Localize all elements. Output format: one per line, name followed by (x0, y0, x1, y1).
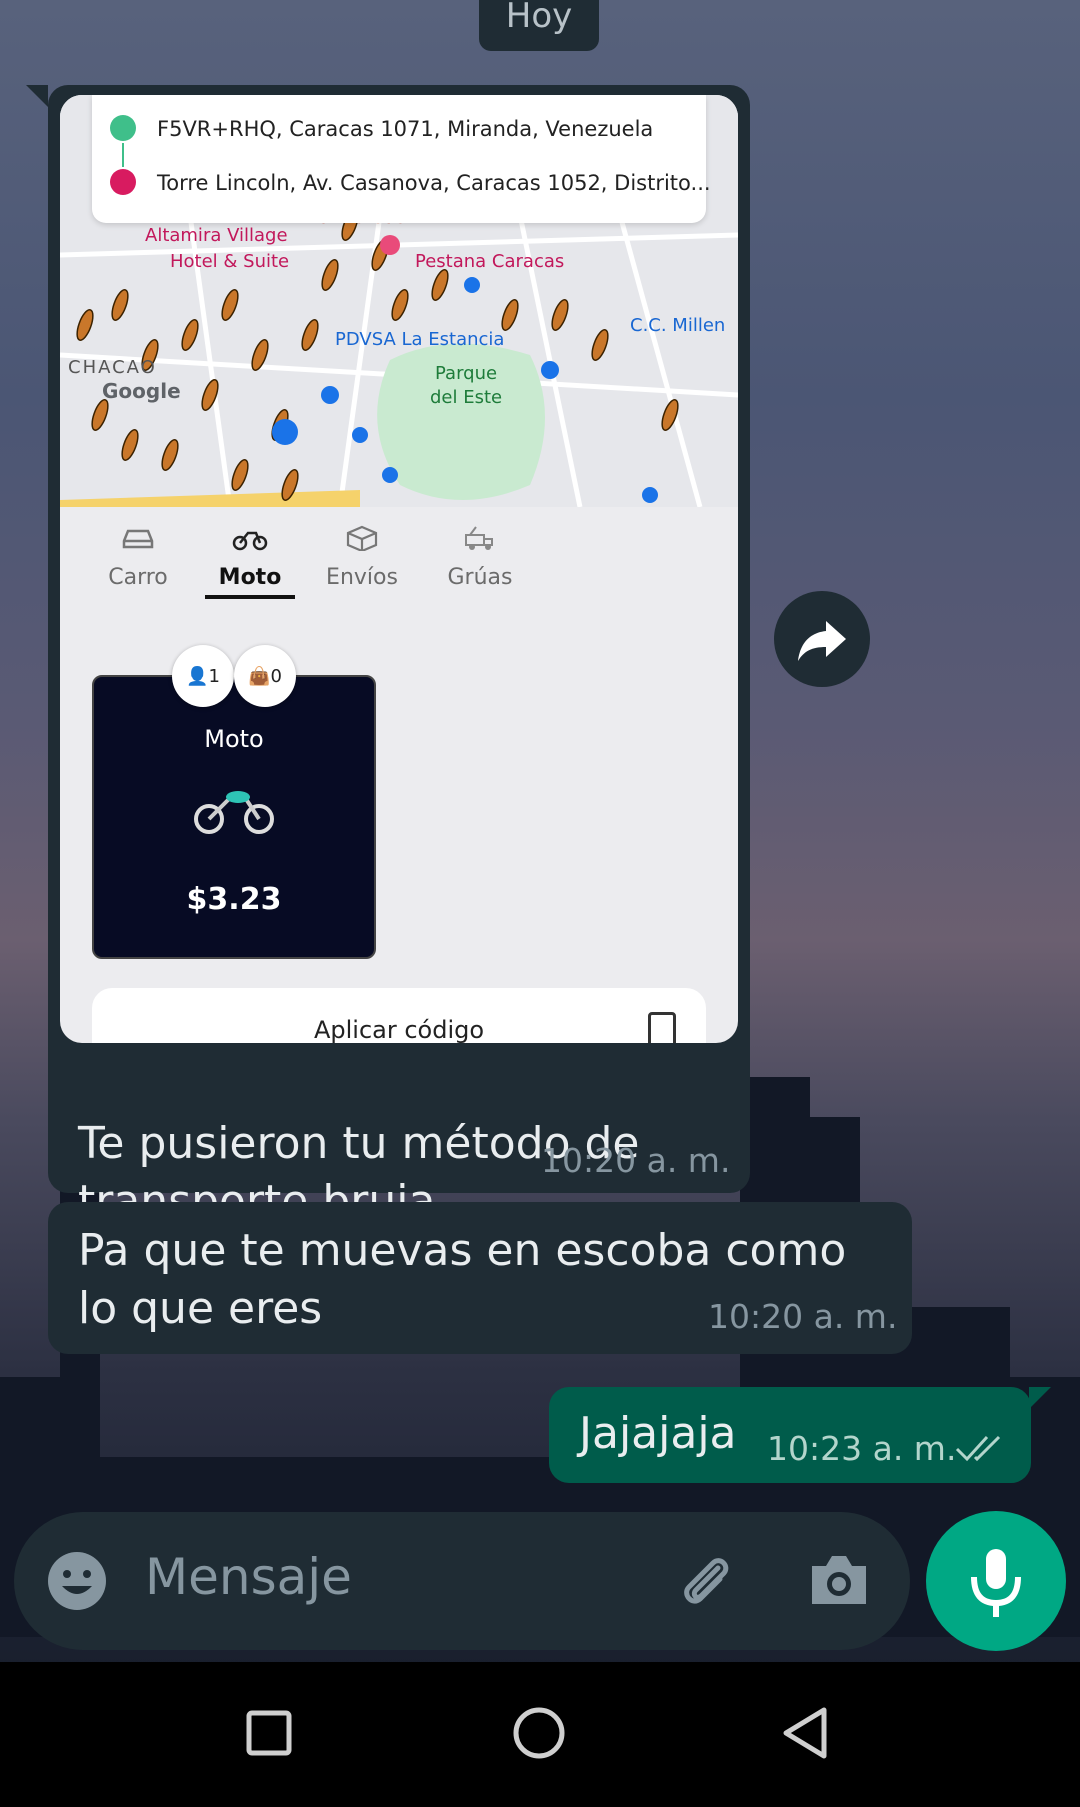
google-logo: Google (102, 379, 181, 403)
tow-truck-icon (465, 526, 493, 550)
apply-code-label: Aplicar código (313, 1016, 485, 1043)
map-label-pdvsa: PDVSA La Estancia (335, 329, 505, 350)
map-label-altamira: Altamira Village (145, 225, 288, 246)
voice-record-button[interactable] (926, 1511, 1066, 1651)
vehicle-option-card[interactable]: 👤 1 👜 0 Moto $3.23 (92, 645, 376, 959)
active-tab-indicator (205, 595, 295, 599)
tab-gruas[interactable]: Grúas (425, 507, 535, 590)
image-message-bubble[interactable]: Farmatodo Altamira Village Hotel & Suite… (26, 85, 750, 1227)
tab-label: Moto (218, 565, 282, 590)
luggage-badge: 👜 0 (234, 645, 296, 707)
route-connector (122, 143, 124, 167)
system-navigation-bar (0, 1662, 1080, 1807)
camera-icon[interactable] (808, 1552, 870, 1608)
bubble-tail (1029, 1387, 1051, 1409)
tab-label: Grúas (447, 565, 513, 590)
address-card[interactable]: F5VR+RHQ, Caracas 1071, Miranda, Venezue… (92, 95, 711, 223)
emoji-icon[interactable] (46, 1550, 108, 1612)
bubble-tail (26, 85, 48, 107)
car-icon (122, 529, 154, 549)
bag-icon: 👜 (248, 665, 271, 687)
map-label-chacao: CHACAO (68, 357, 157, 378)
message-time: 10:23 a. m. (767, 1429, 957, 1468)
date-chip: Hoy (479, 0, 599, 51)
forward-arrow-icon (798, 621, 846, 661)
destination-pin-icon (110, 169, 136, 195)
message-text: Jajajaja (579, 1408, 737, 1459)
passenger-badge: 👤 1 (172, 645, 234, 707)
vehicle-name: Moto (204, 725, 264, 753)
vehicle-tabs: Carro Moto Envíos Grúas (60, 507, 738, 617)
tab-moto[interactable]: Moto (195, 507, 305, 590)
map-label-parque-2: del Este (430, 387, 503, 408)
map-label-pestana: Pestana Caracas (415, 251, 565, 272)
shared-screenshot[interactable]: Farmatodo Altamira Village Hotel & Suite… (60, 95, 738, 1043)
vehicle-price: $3.23 (186, 882, 282, 917)
tab-envios[interactable]: Envíos (307, 507, 417, 590)
origin-address: F5VR+RHQ, Caracas 1071, Miranda, Venezue… (157, 117, 654, 141)
tab-label: Carro (108, 565, 168, 590)
motorcycle-image (194, 791, 274, 834)
map-label-millen: C.C. Millen (630, 315, 726, 336)
motorcycle-icon (232, 531, 268, 551)
attach-icon[interactable] (674, 1550, 738, 1614)
read-receipt-icon (955, 1435, 1001, 1462)
passenger-count: 1 (208, 665, 220, 687)
message-input[interactable]: Mensaje (145, 1548, 352, 1606)
incoming-message-bubble[interactable]: Pa que te muevas en escoba como lo que e… (48, 1202, 912, 1354)
tab-carro[interactable]: Carro (83, 507, 193, 590)
destination-address: Torre Lincoln, Av. Casanova, Caracas 105… (157, 171, 711, 195)
box-icon (346, 525, 378, 551)
origin-pin-icon (110, 115, 136, 141)
ticket-icon (648, 1012, 676, 1043)
forward-button[interactable] (774, 591, 870, 687)
back-icon[interactable] (780, 1706, 830, 1760)
recent-apps-icon[interactable] (246, 1710, 292, 1756)
tab-label: Envíos (326, 565, 398, 590)
map-label-altamira-2: Hotel & Suite (170, 251, 290, 272)
person-plus-icon: 👤 (186, 665, 209, 687)
map-view: Farmatodo Altamira Village Hotel & Suite… (60, 95, 738, 507)
apply-code-button[interactable]: Aplicar código (92, 988, 706, 1043)
home-icon[interactable] (512, 1706, 566, 1760)
message-time: 10:20 a. m. (541, 1141, 731, 1180)
microphone-icon (971, 1549, 1021, 1617)
map-label-parque: Parque (435, 363, 498, 384)
message-time: 10:20 a. m. (708, 1297, 898, 1336)
outgoing-message-bubble[interactable]: Jajajaja 10:23 a. m. (549, 1387, 1051, 1483)
bag-count: 0 (270, 665, 282, 687)
